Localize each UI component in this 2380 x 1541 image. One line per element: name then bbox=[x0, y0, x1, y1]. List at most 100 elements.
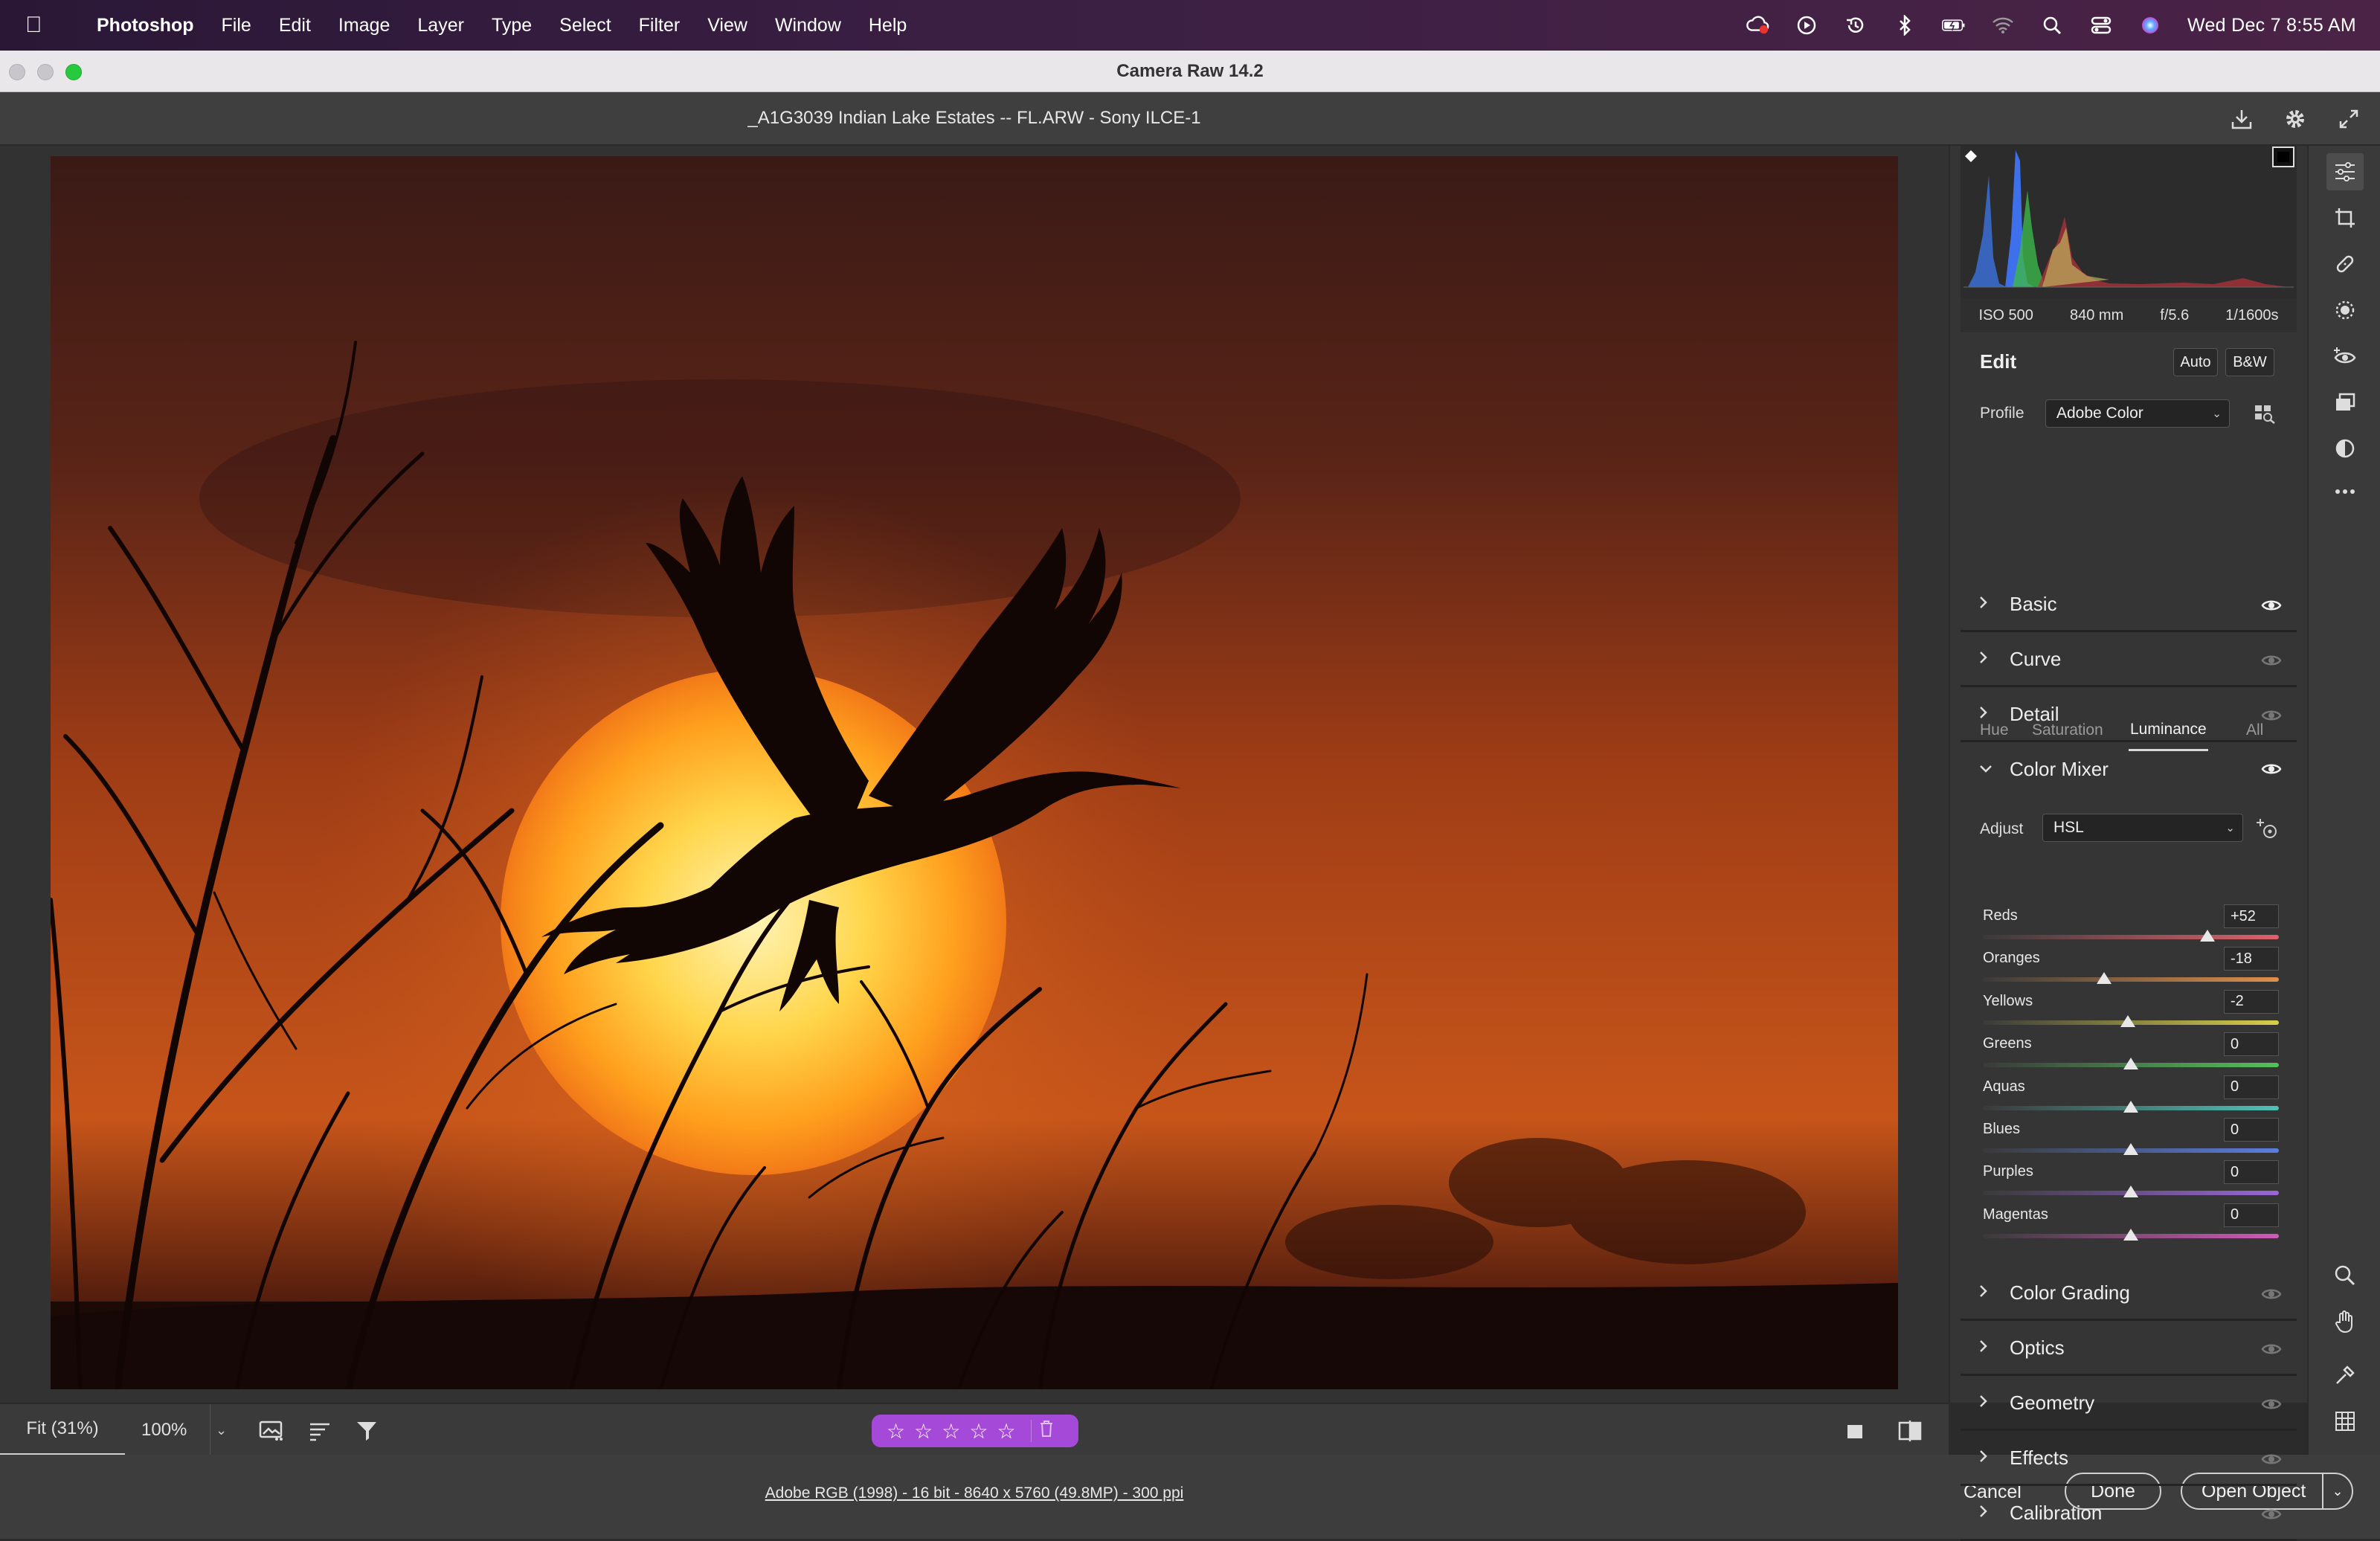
wifi-icon[interactable] bbox=[1991, 13, 2015, 37]
masking-icon[interactable] bbox=[2326, 292, 2364, 329]
adjust-select[interactable]: HSL ⌄ bbox=[2042, 814, 2243, 842]
slider-thumb[interactable] bbox=[2200, 930, 2216, 942]
menu-view[interactable]: View bbox=[707, 15, 747, 36]
color-sampler-icon[interactable] bbox=[2326, 1357, 2364, 1394]
open-options-chevron-icon[interactable]: ⌄ bbox=[2322, 1474, 2352, 1508]
play-icon[interactable] bbox=[1795, 13, 1818, 37]
profile-browser-grid-icon[interactable] bbox=[2254, 403, 2276, 428]
crop-icon[interactable] bbox=[2326, 199, 2364, 237]
fit-zoom-button[interactable]: Fit (31%) bbox=[0, 1404, 125, 1456]
section-geometry[interactable]: Geometry bbox=[1961, 1377, 2297, 1431]
star-1-icon[interactable]: ☆ bbox=[887, 1419, 905, 1444]
tab-luminance[interactable]: Luminance bbox=[2129, 710, 2208, 751]
star-5-icon[interactable]: ☆ bbox=[997, 1419, 1015, 1444]
slider-aquas[interactable]: Aquas 0 bbox=[1983, 1075, 2279, 1118]
black-white-button[interactable]: B&W bbox=[2225, 348, 2274, 376]
app-menu[interactable]: Photoshop bbox=[97, 15, 194, 36]
hand-tool-icon[interactable] bbox=[2326, 1303, 2364, 1340]
slider-oranges[interactable]: Oranges -18 bbox=[1983, 947, 2279, 989]
star-4-icon[interactable]: ☆ bbox=[969, 1419, 988, 1444]
menu-edit[interactable]: Edit bbox=[279, 15, 311, 36]
visibility-eye-icon[interactable] bbox=[2261, 652, 2282, 669]
spotlight-search-icon[interactable] bbox=[2040, 13, 2064, 37]
siri-icon[interactable] bbox=[2138, 13, 2162, 37]
section-curve[interactable]: Curve bbox=[1961, 634, 2297, 687]
minimize-window-button[interactable] bbox=[37, 64, 54, 80]
zoom-window-button[interactable] bbox=[65, 64, 82, 80]
menu-help[interactable]: Help bbox=[869, 15, 907, 36]
close-window-button[interactable] bbox=[9, 64, 25, 80]
zoom-dropdown-chevron-icon[interactable]: ⌄ bbox=[210, 1404, 232, 1456]
slider-greens[interactable]: Greens 0 bbox=[1983, 1032, 2279, 1075]
slider-thumb[interactable] bbox=[2123, 1228, 2138, 1241]
menu-type[interactable]: Type bbox=[492, 15, 532, 36]
slider-value-input[interactable]: -2 bbox=[2224, 989, 2279, 1014]
filter-funnel-icon[interactable] bbox=[351, 1415, 384, 1447]
section-optics[interactable]: Optics bbox=[1961, 1322, 2297, 1376]
red-eye-icon[interactable] bbox=[2326, 338, 2364, 375]
tab-hue[interactable]: Hue bbox=[1980, 710, 2009, 751]
menu-window[interactable]: Window bbox=[775, 15, 841, 36]
tab-all[interactable]: All bbox=[2246, 710, 2263, 751]
slider-thumb[interactable] bbox=[2120, 1014, 2136, 1027]
slider-value-input[interactable]: 0 bbox=[2224, 1118, 2279, 1142]
battery-icon[interactable] bbox=[1942, 13, 1966, 37]
slider-thumb[interactable] bbox=[2123, 1058, 2138, 1070]
workflow-options-link[interactable]: Adobe RGB (1998) - 16 bit - 8640 x 5760 … bbox=[0, 1484, 1949, 1502]
slider-track[interactable] bbox=[1983, 935, 2279, 939]
menubar-clock[interactable]: Wed Dec 7 8:55 AM bbox=[2187, 15, 2356, 36]
menu-file[interactable]: File bbox=[222, 15, 251, 36]
sort-icon[interactable] bbox=[303, 1415, 336, 1447]
section-basic[interactable]: Basic bbox=[1961, 579, 2297, 632]
slider-value-input[interactable]: 0 bbox=[2224, 1075, 2279, 1099]
settings-gear-icon[interactable] bbox=[2279, 103, 2312, 135]
slider-track[interactable] bbox=[1983, 977, 2279, 982]
slider-value-input[interactable]: 0 bbox=[2224, 1160, 2279, 1185]
edit-sliders-icon[interactable] bbox=[2326, 153, 2364, 190]
section-calibration[interactable]: Calibration bbox=[1961, 1487, 2297, 1541]
creative-cloud-icon[interactable] bbox=[1746, 13, 1769, 37]
slider-blues[interactable]: Blues 0 bbox=[1983, 1118, 2279, 1160]
menu-image[interactable]: Image bbox=[338, 15, 390, 36]
filmstrip-icon[interactable] bbox=[256, 1415, 289, 1447]
visibility-eye-icon[interactable] bbox=[2261, 1395, 2282, 1413]
slider-thumb[interactable] bbox=[2123, 1143, 2138, 1155]
visibility-eye-icon[interactable] bbox=[2261, 1340, 2282, 1358]
visibility-eye-icon[interactable] bbox=[2261, 1285, 2282, 1303]
targeted-adjustment-tool-icon[interactable] bbox=[2254, 817, 2280, 846]
menu-filter[interactable]: Filter bbox=[639, 15, 681, 36]
menu-select[interactable]: Select bbox=[559, 15, 611, 36]
slider-yellows[interactable]: Yellows -2 bbox=[1983, 989, 2279, 1032]
bluetooth-icon[interactable] bbox=[1893, 13, 1917, 37]
slider-value-input[interactable]: 0 bbox=[2224, 1032, 2279, 1057]
slider-thumb[interactable] bbox=[2123, 1100, 2138, 1113]
healing-bandage-icon[interactable] bbox=[2326, 245, 2364, 283]
star-2-icon[interactable]: ☆ bbox=[914, 1419, 933, 1444]
slider-value-input[interactable]: 0 bbox=[2224, 1203, 2279, 1227]
menu-layer[interactable]: Layer bbox=[417, 15, 464, 36]
slider-thumb[interactable] bbox=[2097, 972, 2112, 985]
tab-saturation[interactable]: Saturation bbox=[2032, 710, 2103, 751]
visibility-eye-icon[interactable] bbox=[2261, 1505, 2282, 1523]
control-center-icon[interactable] bbox=[2089, 13, 2113, 37]
slider-thumb[interactable] bbox=[2123, 1185, 2138, 1198]
section-color-grading[interactable]: Color Grading bbox=[1961, 1267, 2297, 1321]
section-effects[interactable]: Effects bbox=[1961, 1432, 2297, 1486]
star-3-icon[interactable]: ☆ bbox=[942, 1419, 960, 1444]
more-options-icon[interactable] bbox=[2326, 473, 2364, 510]
grid-overlay-icon[interactable] bbox=[2326, 1403, 2364, 1440]
image-canvas[interactable] bbox=[0, 146, 1949, 1403]
photo-preview[interactable] bbox=[51, 156, 1898, 1389]
trash-icon[interactable] bbox=[1030, 1420, 1054, 1442]
slider-value-input[interactable]: -18 bbox=[2224, 947, 2279, 971]
slider-purples[interactable]: Purples 0 bbox=[1983, 1160, 2279, 1203]
auto-button[interactable]: Auto bbox=[2173, 348, 2218, 376]
time-machine-icon[interactable] bbox=[1844, 13, 1868, 37]
visibility-eye-icon[interactable] bbox=[2261, 596, 2282, 614]
apple-menu-icon[interactable]:  bbox=[25, 13, 60, 38]
slider-value-input[interactable]: +52 bbox=[2224, 904, 2279, 928]
slider-magentas[interactable]: Magentas 0 bbox=[1983, 1203, 2279, 1246]
visibility-eye-icon[interactable] bbox=[2261, 1450, 2282, 1468]
presets-icon[interactable] bbox=[2326, 384, 2364, 421]
profile-select[interactable]: Adobe Color ⌄ bbox=[2045, 399, 2230, 428]
